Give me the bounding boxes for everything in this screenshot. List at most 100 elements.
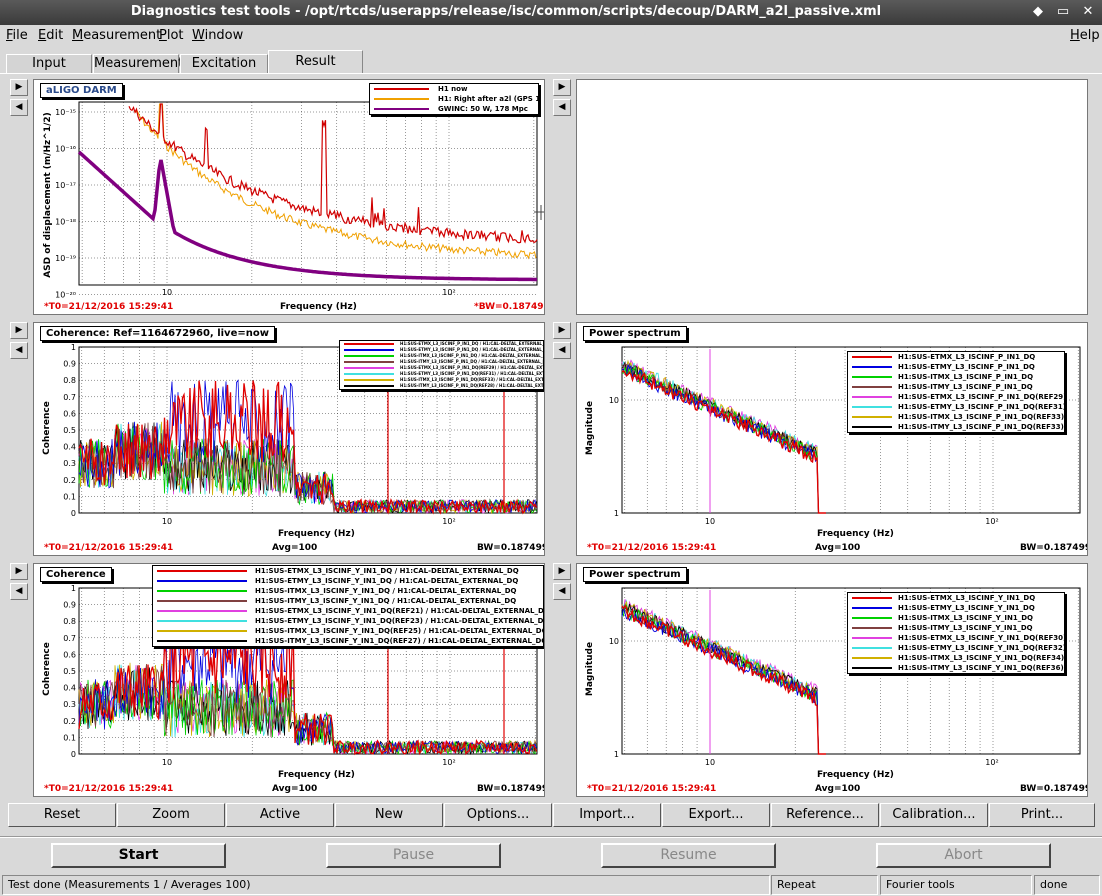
export-button[interactable]: Export... xyxy=(662,803,770,827)
maximize-icon[interactable]: ▭ xyxy=(1055,4,1071,20)
empty-plot-panel[interactable] xyxy=(576,79,1088,315)
resume-button[interactable]: Resume xyxy=(601,843,776,868)
reset-button[interactable]: Reset xyxy=(8,803,116,827)
legend-entry: H1:SUS-ITMX_L3_ISCINF_P_IN1_DQ(REF33) xyxy=(848,412,1064,422)
panel6-next-button[interactable]: ▶ xyxy=(553,563,571,580)
import-button[interactable]: Import... xyxy=(553,803,661,827)
power-pitch-ytick: 1 xyxy=(614,509,619,518)
darm-xtick: 10² xyxy=(442,288,455,297)
tab-result[interactable]: Result xyxy=(268,50,363,74)
power-yaw-title: Power spectrum xyxy=(583,567,687,582)
power-pitch-series-7 xyxy=(621,370,826,514)
coherence-yaw-title: Coherence xyxy=(40,567,112,582)
start-button[interactable]: Start xyxy=(51,843,226,868)
legend-entry: H1:SUS-ITMY_L3_ISCINF_Y_IN1_DQ(REF27) / … xyxy=(153,636,543,646)
options-button[interactable]: Options... xyxy=(444,803,552,827)
legend-label: H1:SUS-ITMX_L3_ISCINF_P_IN1_DQ xyxy=(898,373,1034,381)
legend-swatch xyxy=(852,416,892,418)
legend-entry: H1:SUS-ETMY_L3_ISCINF_Y_IN1_DQ(REF23) / … xyxy=(153,616,543,626)
menu-help[interactable]: Help xyxy=(1070,28,1100,43)
panel2-next-button[interactable]: ▶ xyxy=(553,79,571,96)
abort-button[interactable]: Abort xyxy=(876,843,1051,868)
darm-plot-legend: H1 now H1: Right after a2l (GPS 116467296… xyxy=(369,83,539,115)
power-pitch-ytick: 10 xyxy=(609,396,619,405)
legend-label: H1:SUS-ETMX_L3_ISCINF_Y_IN1_DQ(REF21) / … xyxy=(255,607,544,615)
reference-button[interactable]: Reference... xyxy=(771,803,879,827)
coherence-pitch-panel[interactable]: 1 0.9 0.8 0.7 0.6 0.5 0.4 0.3 0.2 0.1 0 10 10² Coher… xyxy=(33,322,545,556)
legend-label: H1:SUS-ITMX_L3_ISCINF_Y_IN1_DQ xyxy=(898,614,1033,622)
menu-measurement[interactable]: Measurement xyxy=(72,28,161,43)
panel1-next-button[interactable]: ▶ xyxy=(10,79,28,96)
status-state: done xyxy=(1034,875,1100,895)
legend-swatch xyxy=(344,367,394,369)
menu-plot[interactable]: Plot xyxy=(159,28,184,43)
tab-input[interactable]: Input xyxy=(6,54,92,74)
print-button[interactable]: Print... xyxy=(989,803,1095,827)
darm-ytick: 10⁻¹⁶ xyxy=(55,145,76,154)
menu-file[interactable]: File xyxy=(6,28,28,43)
panel5-prev-button[interactable]: ◀ xyxy=(10,583,28,600)
panel1-prev-button[interactable]: ◀ xyxy=(10,99,28,116)
coh-pitch-ytick: 0.5 xyxy=(63,426,76,435)
window-menu-icon[interactable]: ◆ xyxy=(1030,4,1046,20)
tab-excitation[interactable]: Excitation xyxy=(180,54,268,74)
panel3-prev-button[interactable]: ◀ xyxy=(10,342,28,359)
legend-entry: H1:SUS-ITMX_L3_ISCINF_Y_IN1_DQ xyxy=(848,613,1064,623)
darm-plot-canvas[interactable]: 10⁻¹⁵ 10⁻¹⁶ 10⁻¹⁷ 10⁻¹⁸ 10⁻¹⁹ 10⁻²⁰ 10 10² xyxy=(34,80,545,315)
legend-entry: H1:SUS-ITMY_L3_ISCINF_P_IN1_DQ(REF33) xyxy=(848,422,1064,432)
legend-label: H1:SUS-ETMY_L3_ISCINF_P_IN1_DQ xyxy=(898,363,1035,371)
legend-swatch xyxy=(344,355,394,357)
title-bar: Diagnostics test tools - /opt/rtcds/user… xyxy=(0,0,1102,25)
legend-label: H1:SUS-ITMY_L3_ISCINF_P_IN1_DQ xyxy=(898,383,1033,391)
power-pitch-xtick: 10 xyxy=(705,517,715,526)
panel3-next-button[interactable]: ▶ xyxy=(10,322,28,339)
close-icon[interactable]: ✕ xyxy=(1080,4,1096,20)
darm-ytick: 10⁻¹⁸ xyxy=(55,218,76,227)
power-pitch-panel[interactable]: 10 1 10 10² Power spectrum H1:SUS-ETMX_L3_I… xyxy=(576,322,1088,556)
darm-ytick: 10⁻¹⁵ xyxy=(55,108,76,117)
legend-swatch xyxy=(852,406,892,408)
coherence-yaw-panel[interactable]: 1 0.9 0.8 0.7 0.6 0.5 0.4 0.3 0.2 0.1 0 10 10² Coher… xyxy=(33,563,545,797)
coh-yaw-ytick: 0.7 xyxy=(63,634,76,643)
zoom-button[interactable]: Zoom xyxy=(117,803,225,827)
panel6-prev-button[interactable]: ◀ xyxy=(553,583,571,600)
legend-swatch xyxy=(157,570,247,572)
tab-divider xyxy=(0,73,1102,74)
panel4-prev-button[interactable]: ◀ xyxy=(553,342,571,359)
legend-swatch xyxy=(344,373,394,375)
menu-window[interactable]: Window xyxy=(192,28,243,43)
panel5-next-button[interactable]: ▶ xyxy=(10,563,28,580)
legend-swatch xyxy=(852,627,892,629)
darm-ytick: 10⁻¹⁹ xyxy=(55,254,76,263)
menu-edit[interactable]: Edit xyxy=(38,28,63,43)
power-pitch-ylabel: Magnitude xyxy=(585,400,595,456)
legend-entry: H1:SUS-ITMY_L3_ISCINF_Y_IN1_DQ xyxy=(848,623,1064,633)
calibration-button[interactable]: Calibration... xyxy=(880,803,988,827)
power-yaw-avg-label: Avg=100 xyxy=(815,784,861,794)
coh-pitch-series-5 xyxy=(78,422,537,515)
panel2-prev-button[interactable]: ◀ xyxy=(553,99,571,116)
tab-measurement[interactable]: Measurement xyxy=(93,54,183,74)
legend-entry: H1:SUS-ETMX_L3_ISCINF_Y_IN1_DQ xyxy=(848,593,1064,603)
darm-plot-panel[interactable]: 10⁻¹⁵ 10⁻¹⁶ 10⁻¹⁷ 10⁻¹⁸ 10⁻¹⁹ 10⁻²⁰ 10 10² aLIG… xyxy=(33,79,545,315)
legend-swatch xyxy=(852,366,892,368)
status-bar: Test done (Measurements 1 / Averages 100… xyxy=(0,874,1102,896)
coh-pitch-ytick: 0.9 xyxy=(63,360,76,369)
darm-ytick: 10⁻¹⁷ xyxy=(55,181,76,190)
coh-pitch-avg-label: Avg=100 xyxy=(272,543,318,553)
power-pitch-xlabel: Frequency (Hz) xyxy=(817,529,894,539)
legend-label: H1:SUS-ITMY_L3_ISCINF_P_IN1_DQ(REF28) / … xyxy=(400,383,544,388)
pause-button[interactable]: Pause xyxy=(326,843,501,868)
power-yaw-legend: H1:SUS-ETMX_L3_ISCINF_Y_IN1_DQ H1:SUS-ETM… xyxy=(847,592,1065,674)
legend-swatch xyxy=(852,426,892,428)
new-button[interactable]: New xyxy=(335,803,443,827)
power-yaw-panel[interactable]: 10 1 10 10² Power spectrum H1:SUS-ETMX_L3_I… xyxy=(576,563,1088,797)
legend-swatch xyxy=(374,108,429,110)
legend-entry: H1:SUS-ITMY_L3_ISCINF_Y_IN1_DQ(REF36) xyxy=(848,663,1064,673)
active-button[interactable]: Active xyxy=(226,803,334,827)
legend-swatch xyxy=(344,349,394,351)
legend-swatch xyxy=(852,597,892,599)
legend-swatch xyxy=(157,580,247,582)
panel4-next-button[interactable]: ▶ xyxy=(553,322,571,339)
legend-label: H1:SUS-ETMY_L3_ISCINF_Y_IN1_DQ xyxy=(898,604,1035,612)
